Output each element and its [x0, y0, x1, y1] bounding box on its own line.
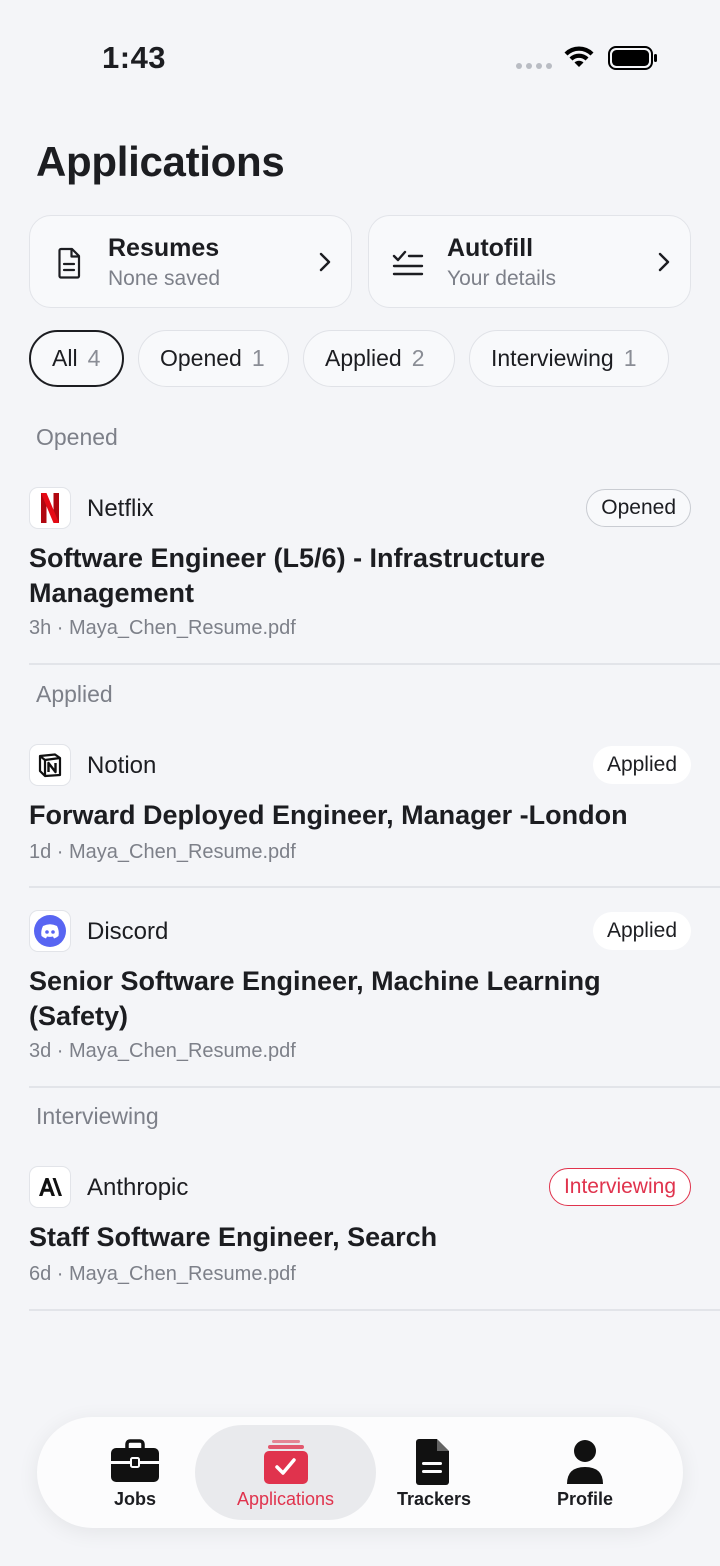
application-meta: 1d · Maya_Chen_Resume.pdf	[29, 841, 296, 863]
company-name: Anthropic	[87, 1174, 189, 1201]
filter-chip-count: 2	[411, 345, 425, 371]
status-badge: Applied	[592, 746, 691, 784]
filter-chip-applied[interactable]: Applied 2	[303, 330, 455, 387]
tab-label: Trackers	[396, 1489, 472, 1509]
job-title: Staff Software Engineer, Search	[29, 1222, 438, 1252]
document-icon	[416, 1439, 449, 1485]
discord-logo-icon	[29, 910, 71, 952]
tab-label: Profile	[556, 1489, 613, 1509]
filter-chip-label: Applied	[325, 345, 402, 371]
company-name: Notion	[87, 752, 157, 779]
notion-logo-icon	[29, 744, 71, 786]
application-item[interactable]: Notion Applied Forward Deployed Engineer…	[29, 744, 720, 869]
autofill-subtitle: Your details	[447, 267, 556, 290]
tab-applications[interactable]: Applications	[195, 1425, 376, 1520]
status-badge: Interviewing	[548, 1168, 691, 1206]
job-title: Software Engineer (L5/6) - Infrastructur…	[29, 543, 546, 608]
job-title: Forward Deployed Engineer, Manager -Lond…	[29, 800, 628, 830]
tab-label: Applications	[236, 1489, 335, 1509]
application-meta: 3d · Maya_Chen_Resume.pdf	[29, 1040, 296, 1062]
application-meta: 3h · Maya_Chen_Resume.pdf	[29, 617, 296, 639]
section-label-opened: Opened	[36, 424, 118, 450]
autofill-card[interactable]: Autofill Your details	[368, 215, 691, 308]
filter-chip-interviewing[interactable]: Interviewing 1	[469, 330, 669, 387]
tab-jobs[interactable]: Jobs	[60, 1425, 210, 1520]
tab-trackers[interactable]: Trackers	[359, 1425, 509, 1520]
divider	[29, 1086, 720, 1088]
anthropic-logo-icon	[29, 1166, 71, 1208]
filter-chip-label: All	[52, 345, 78, 371]
chevron-right-icon	[658, 252, 670, 272]
battery-icon	[608, 46, 657, 70]
wifi-icon	[564, 46, 594, 67]
divider	[29, 886, 720, 888]
company-name: Netflix	[87, 495, 154, 522]
page-title: Applications	[36, 138, 285, 185]
filter-chip-count: 4	[87, 345, 101, 371]
filter-chip-opened[interactable]: Opened 1	[138, 330, 289, 387]
person-icon	[567, 1440, 603, 1484]
checklist-icon	[392, 250, 424, 276]
application-item[interactable]: Netflix Opened Software Engineer (L5/6) …	[29, 487, 720, 647]
netflix-logo-icon	[29, 487, 71, 529]
tab-bar: Jobs Applications Trackers Profile	[37, 1417, 683, 1528]
application-item[interactable]: Anthropic Interviewing Staff Software En…	[29, 1166, 720, 1291]
applications-icon	[263, 1440, 308, 1484]
divider	[29, 663, 720, 665]
filter-chip-count: 1	[623, 345, 637, 371]
briefcase-icon	[111, 1439, 159, 1482]
filter-chip-all[interactable]: All 4	[29, 330, 124, 387]
section-label-interviewing: Interviewing	[36, 1103, 159, 1129]
tab-label: Jobs	[113, 1489, 156, 1509]
chevron-right-icon	[319, 252, 331, 272]
application-meta: 6d · Maya_Chen_Resume.pdf	[29, 1263, 296, 1285]
status-badge: Opened	[586, 489, 691, 527]
application-item[interactable]: Discord Applied Senior Software Engineer…	[29, 910, 720, 1070]
section-label-applied: Applied	[36, 681, 113, 707]
status-bar: 1:43	[0, 0, 720, 110]
resumes-subtitle: None saved	[108, 267, 221, 290]
tab-profile[interactable]: Profile	[510, 1425, 660, 1520]
resumes-card[interactable]: Resumes None saved	[29, 215, 352, 308]
signal-dots-icon	[516, 63, 552, 69]
divider	[29, 1309, 720, 1311]
document-icon	[58, 247, 81, 279]
filter-chip-count: 1	[251, 345, 265, 371]
filter-chip-label: Opened	[160, 345, 242, 371]
filter-chip-label: Interviewing	[491, 345, 614, 371]
company-name: Discord	[87, 918, 169, 945]
autofill-title: Autofill	[447, 234, 534, 262]
resumes-title: Resumes	[108, 234, 220, 262]
status-time: 1:43	[102, 40, 167, 75]
job-title: Senior Software Engineer, Machine Learni…	[29, 966, 601, 1031]
status-badge: Applied	[592, 912, 691, 950]
